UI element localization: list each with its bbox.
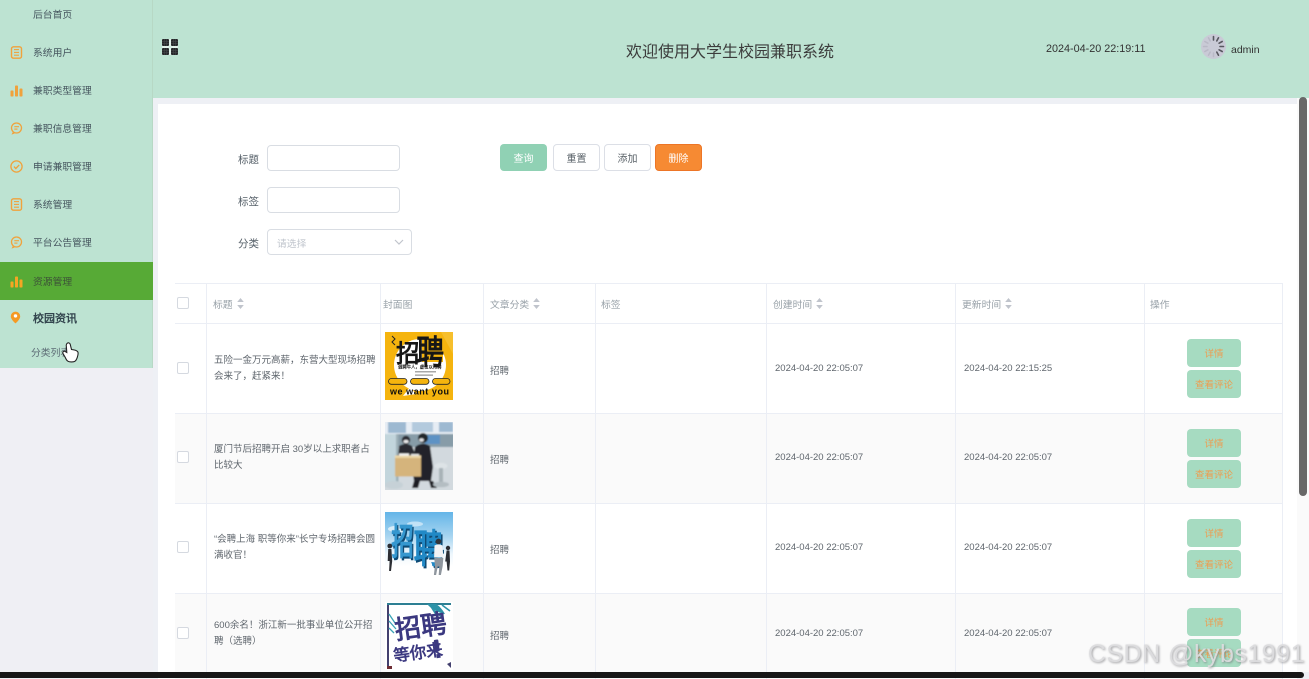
- svg-text:招: 招: [392, 521, 414, 562]
- svg-text:诚聘牛人，虚位以待聘: 诚聘牛人，虚位以待聘: [398, 363, 442, 370]
- svg-text:we want you: we want you: [389, 387, 450, 397]
